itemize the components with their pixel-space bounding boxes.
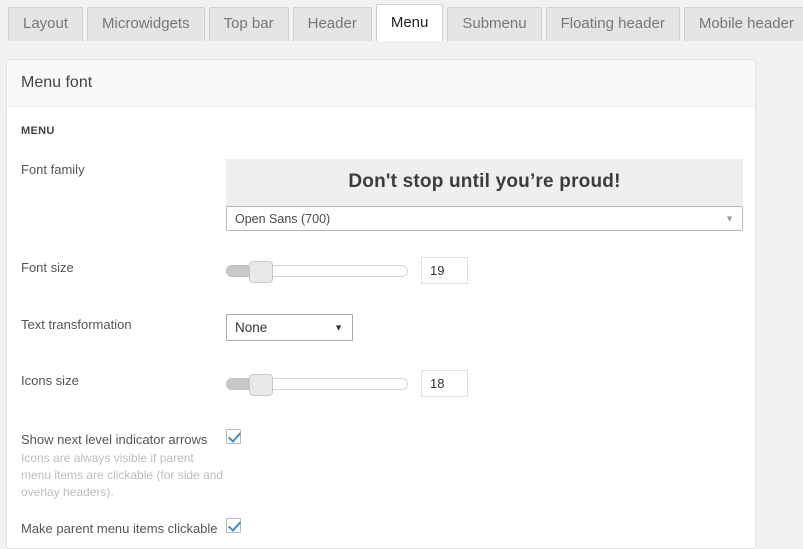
tab-header[interactable]: Header [292, 7, 372, 41]
icons-size-slider[interactable] [226, 373, 408, 396]
show-arrows-checkbox[interactable] [226, 429, 241, 444]
tab-microwidgets[interactable]: Microwidgets [87, 7, 205, 41]
icons-size-slider-wrap: 18 [226, 370, 755, 397]
font-family-field: Don't stop until you’re proud! Open Sans… [226, 159, 755, 231]
icons-size-label: Icons size [21, 373, 79, 388]
row-show-arrows: Show next level indicator arrows Icons a… [7, 429, 755, 501]
show-arrows-label: Show next level indicator arrows Icons a… [21, 429, 226, 501]
font-size-slider-wrap: 19 [226, 257, 755, 284]
chevron-down-icon: ▼ [334, 322, 343, 332]
font-family-selected-value: Open Sans (700) [235, 211, 331, 226]
chevron-down-icon: ▼ [725, 213, 734, 223]
tab-bar: Layout Microwidgets Top bar Header Menu … [0, 0, 803, 41]
section-label-menu: MENU [21, 125, 55, 137]
row-parent-clickable: Make parent menu items clickable [7, 518, 755, 548]
font-family-label: Font family [21, 162, 85, 177]
text-transformation-label: Text transformation [21, 317, 132, 332]
panel-title: Menu font [7, 60, 755, 107]
icons-size-input[interactable]: 18 [421, 370, 468, 397]
icons-size-field: 18 [226, 370, 755, 397]
font-size-input[interactable]: 19 [421, 257, 468, 284]
font-size-slider-handle[interactable] [249, 260, 273, 283]
parent-clickable-field [226, 518, 755, 536]
menu-font-panel: Menu font MENU Font family Don't stop un… [6, 59, 756, 549]
text-transformation-select[interactable]: None ▼ [226, 314, 353, 341]
show-arrows-description: Icons are always visible if parent menu … [21, 451, 224, 499]
tab-floating-header[interactable]: Floating header [545, 7, 680, 41]
parent-clickable-label: Make parent menu items clickable [21, 521, 218, 536]
text-transformation-selected-value: None [235, 320, 268, 335]
row-text-transformation: Text transformation None ▼ [7, 314, 755, 344]
font-preview-text: Don't stop until you’re proud! [226, 159, 743, 206]
tab-menu[interactable]: Menu [375, 4, 444, 41]
font-size-slider[interactable] [226, 260, 408, 283]
tab-top-bar[interactable]: Top bar [208, 7, 289, 41]
show-arrows-field [226, 429, 755, 447]
tab-submenu[interactable]: Submenu [447, 7, 542, 41]
text-transformation-field: None ▼ [226, 314, 755, 341]
tab-mobile-header[interactable]: Mobile header [683, 7, 803, 41]
row-icons-size: Icons size 18 [7, 370, 755, 400]
font-family-select[interactable]: Open Sans (700) ▼ [226, 206, 743, 231]
font-size-field: 19 [226, 257, 755, 284]
row-font-size: Font size 19 [7, 257, 755, 287]
parent-clickable-checkbox[interactable] [226, 518, 241, 533]
row-font-family: Font family Don't stop until you’re prou… [7, 159, 755, 231]
icons-size-slider-handle[interactable] [249, 373, 273, 396]
font-size-label: Font size [21, 260, 74, 275]
tab-layout[interactable]: Layout [8, 7, 84, 41]
show-arrows-label-text: Show next level indicator arrows [21, 432, 208, 447]
